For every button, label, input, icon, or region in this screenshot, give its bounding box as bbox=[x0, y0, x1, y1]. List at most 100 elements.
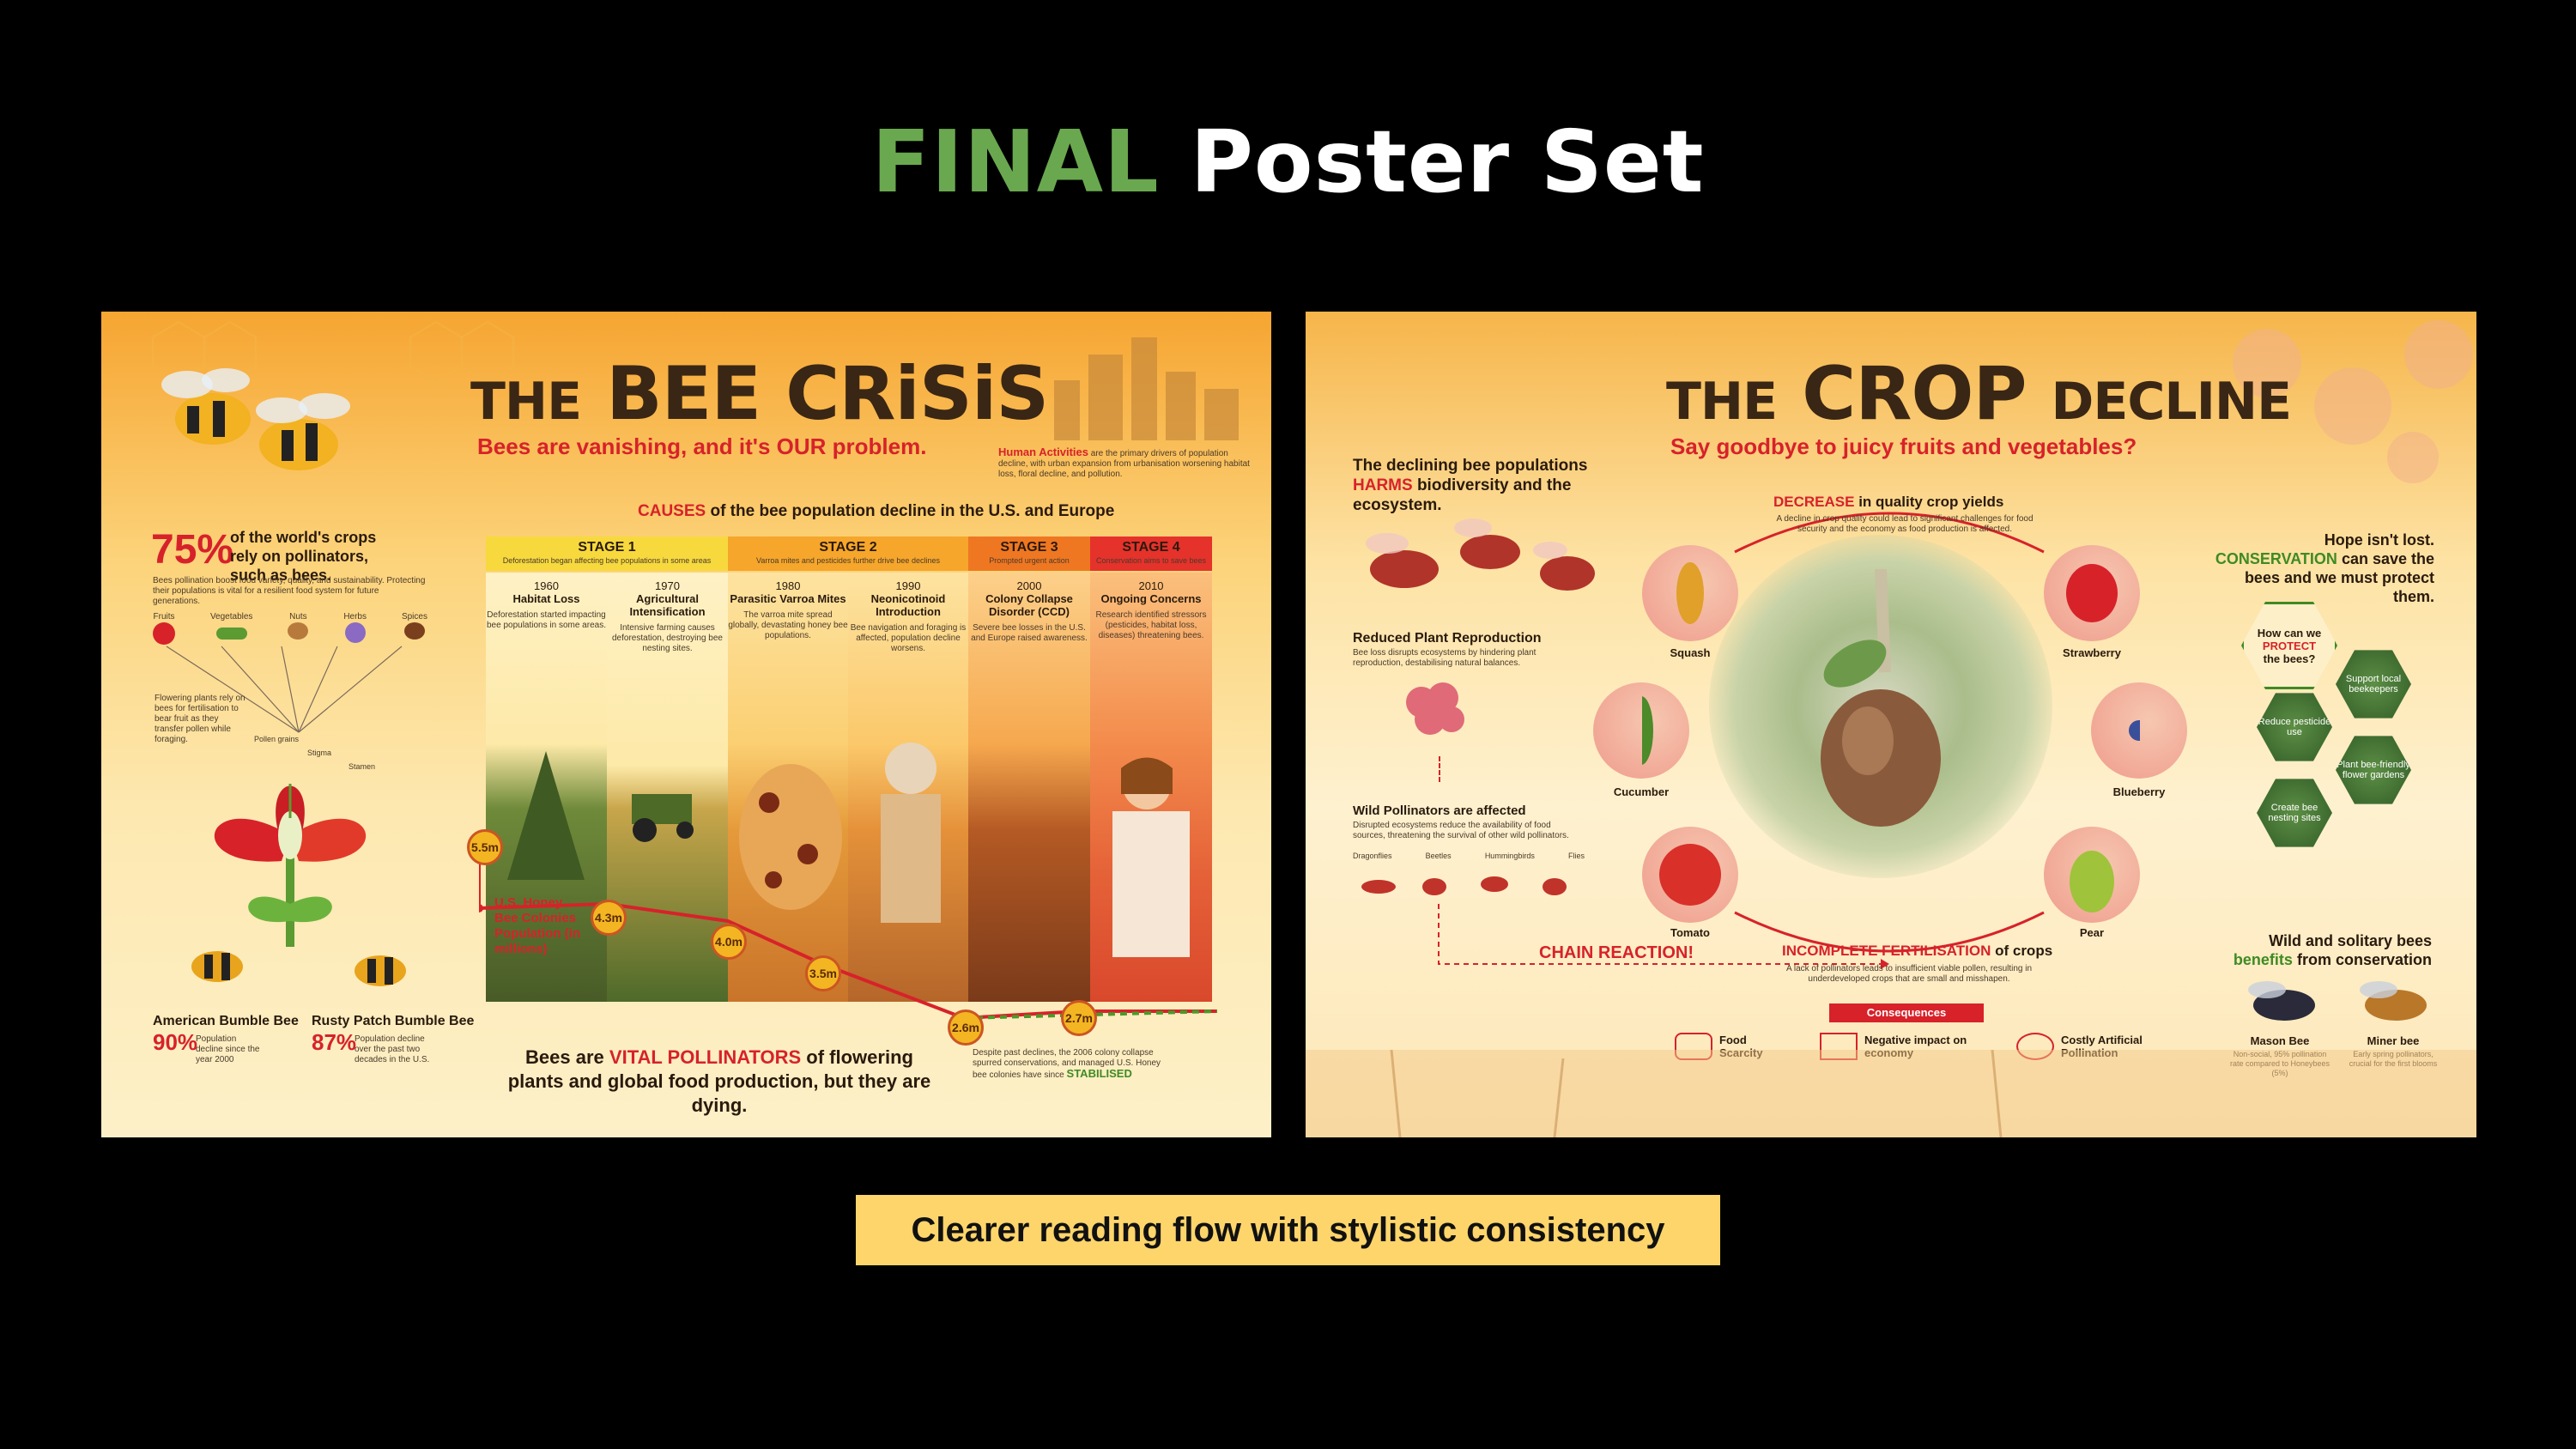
event-year: 1960 bbox=[534, 579, 559, 592]
crop-icon-row: Fruits Vegetables Nuts Herbs Spices bbox=[153, 612, 427, 645]
action-nesting-sites: Create bee nesting sites bbox=[2257, 779, 2332, 847]
poster2-title-the: THE bbox=[1666, 372, 1778, 432]
rusty-patch-bumble-bee-icon bbox=[355, 955, 406, 986]
stage-label: STAGE 2 bbox=[819, 540, 877, 555]
bee2-text: Population decline over the past two dec… bbox=[355, 1034, 430, 1064]
decrease-text: A decline in crop quality could lead to … bbox=[1776, 514, 2034, 534]
consequences-label: Consequences bbox=[1829, 1003, 1984, 1022]
incomplete-rest: of crops bbox=[1995, 943, 2053, 959]
crop-icon-label: Fruits bbox=[153, 612, 175, 621]
incomplete-red: INCOMPLETE FERTILISATION bbox=[1782, 943, 1991, 959]
bee2-name: Rusty Patch Bumble Bee bbox=[312, 1014, 475, 1028]
poster2-title-end: DECLINE bbox=[2051, 372, 2293, 432]
stage-label: STAGE 4 bbox=[1122, 540, 1180, 555]
wild-text: Disrupted ecosystems reduce the availabi… bbox=[1353, 821, 1569, 840]
page-title: FINAL Poster Set bbox=[0, 112, 2576, 212]
incomplete-heading: INCOMPLETE FERTILISATION of crops bbox=[1782, 943, 2052, 960]
event-text: Bee navigation and foraging is affected,… bbox=[850, 623, 967, 653]
hummingbirds-label: Hummingbirds bbox=[1484, 852, 1535, 860]
poster2-title-main: CROP bbox=[1802, 351, 2027, 437]
event-text: Research identified stressors (pesticide… bbox=[1095, 610, 1207, 640]
title-final: FINAL bbox=[871, 112, 1160, 212]
harms-block: The declining bee populations HARMS biod… bbox=[1353, 456, 1610, 515]
stabilised-block: Despite past declines, the 2006 colony c… bbox=[973, 1048, 1170, 1081]
crop-icon-label: Nuts bbox=[289, 612, 307, 621]
reduced-text: Bee loss disrupts ecosystems by hinderin… bbox=[1353, 648, 1537, 668]
event-year: 1970 bbox=[655, 579, 680, 592]
label-stigma: Stigma bbox=[307, 749, 332, 757]
poster1-footer: Bees are VITAL POLLINATORS of flowering … bbox=[496, 1046, 943, 1118]
event-1960: 1960 Habitat Loss Deforestation started im… bbox=[486, 579, 607, 631]
poster2-tagline: Say goodbye to juicy fruits and vegetabl… bbox=[1670, 433, 2137, 459]
wild-solitary-block: Wild and solitary bees benefits from con… bbox=[2198, 931, 2432, 969]
wild-solitary-green: benefits bbox=[2233, 951, 2293, 968]
harms-red: HARMS bbox=[1353, 476, 1413, 494]
flies-label: Flies bbox=[1567, 852, 1585, 860]
wild-solitary-line2: from conservation bbox=[2296, 951, 2432, 968]
stat-75: 75% bbox=[151, 527, 234, 573]
flower-blossom-icon bbox=[1406, 682, 1464, 735]
stage-2-header: STAGE 2 Varroa mites and pesticides furth… bbox=[728, 537, 968, 571]
how-can-we-hex: How can we PROTECT the bees? bbox=[2241, 602, 2337, 689]
population-label: U.S. Honey Bee Colonies Population (in m… bbox=[494, 895, 580, 956]
event-1970: 1970 Agricultural Intensification Intensiv… bbox=[607, 579, 728, 654]
event-title: Neonicotinoid Introduction bbox=[870, 592, 946, 618]
dry-field-illustration bbox=[1306, 1050, 2476, 1137]
poster1-title-main: BEE CRiSiS bbox=[606, 351, 1049, 437]
howcan-red: PROTECT bbox=[2262, 639, 2317, 652]
hope-line1: Hope isn't lost. bbox=[2324, 531, 2434, 549]
stage-label: STAGE 1 bbox=[578, 540, 636, 555]
label-pollen: Pollen grains bbox=[254, 735, 300, 743]
decrease-heading: DECREASE in quality crop yields bbox=[1773, 494, 2003, 511]
decrease-rest: in quality crop yields bbox=[1858, 494, 2004, 510]
event-title: Ongoing Concerns bbox=[1100, 592, 1202, 605]
event-title: Habitat Loss bbox=[512, 592, 580, 605]
event-title: Agricultural Intensification bbox=[629, 592, 706, 618]
crop-icon-herbs: Herbs bbox=[343, 612, 367, 645]
label-stamen: Stamen bbox=[349, 762, 376, 771]
bee1-name: American Bumble Bee bbox=[153, 1014, 299, 1028]
title-poster-set: Poster Set bbox=[1190, 112, 1705, 212]
miner-bee-name: Miner bee bbox=[2367, 1034, 2420, 1047]
causes-rest: of the bee population decline in the U.S… bbox=[710, 502, 1115, 520]
event-text: Intensive farming causes deforestation, … bbox=[612, 623, 723, 653]
event-1990: 1990 Neonicotinoid Introduction Bee naviga… bbox=[848, 579, 968, 654]
stage-3-header: STAGE 3 Prompted urgent action bbox=[968, 537, 1090, 571]
human-activities-heading: Human Activities bbox=[998, 446, 1088, 458]
bumble-bees-illustration bbox=[161, 368, 350, 470]
footer-pre: Bees are bbox=[525, 1046, 604, 1068]
action-reduce-pesticide: Reduce pesticide use bbox=[2257, 693, 2332, 761]
incomplete-text: A lack of pollinators leads to insuffici… bbox=[1785, 964, 2033, 984]
event-2000: 2000 Colony Collapse Disorder (CCD) Severe… bbox=[968, 579, 1090, 644]
event-text: The varroa mite spread globally, devasta… bbox=[728, 610, 848, 640]
solitary-bees-illustration bbox=[2248, 981, 2427, 1021]
event-year: 1990 bbox=[895, 579, 921, 592]
beetles-label: Beetles bbox=[1425, 852, 1452, 860]
stage-sub: Varroa mites and pesticides further driv… bbox=[756, 556, 940, 565]
poster1-tagline: Bees are vanishing, and it's OUR problem… bbox=[477, 433, 927, 459]
point-3-5m: 3.5m bbox=[805, 955, 841, 991]
wild-heading: Wild Pollinators are affected bbox=[1353, 803, 1526, 818]
howcan-post: the bees? bbox=[2263, 652, 2316, 665]
point-5-5m: 5.5m bbox=[467, 829, 503, 865]
crop-fruit-icons bbox=[1642, 562, 2140, 912]
action-plant-flowers: Plant bee-friendly flower gardens bbox=[2336, 736, 2411, 804]
crop-decline-poster: THE CROP DECLINE Say goodbye to juicy fr… bbox=[1306, 312, 2476, 1137]
howcan-pre: How can we bbox=[2257, 626, 2322, 640]
event-title: Parasitic Varroa Mites bbox=[730, 592, 846, 605]
point-4-3m: 4.3m bbox=[591, 900, 627, 936]
stage-sub: Conservation aims to save bees bbox=[1095, 556, 1207, 565]
wild-pollinator-icons bbox=[1361, 876, 1567, 895]
bee2-pct: 87% bbox=[312, 1029, 357, 1055]
hope-green: CONSERVATION bbox=[2215, 550, 2337, 567]
crop-icon-nuts: Nuts bbox=[288, 612, 309, 645]
stabilised-word: STABILISED bbox=[1066, 1067, 1132, 1080]
hope-block: Hope isn't lost. CONSERVATION can save t… bbox=[2203, 530, 2434, 606]
stage-4-header: STAGE 4 Conservation aims to save bees bbox=[1090, 537, 1212, 571]
human-activities-block: Human Activities are the primary drivers… bbox=[998, 446, 1256, 480]
flower-diagram bbox=[214, 784, 367, 947]
dragonflies-label: Dragonflies bbox=[1353, 852, 1392, 860]
crop-icon-fruits: Fruits bbox=[153, 612, 175, 645]
stage-label: STAGE 3 bbox=[1000, 540, 1058, 555]
stat-75-sub: Bees pollination boost food variety, qua… bbox=[153, 576, 426, 606]
